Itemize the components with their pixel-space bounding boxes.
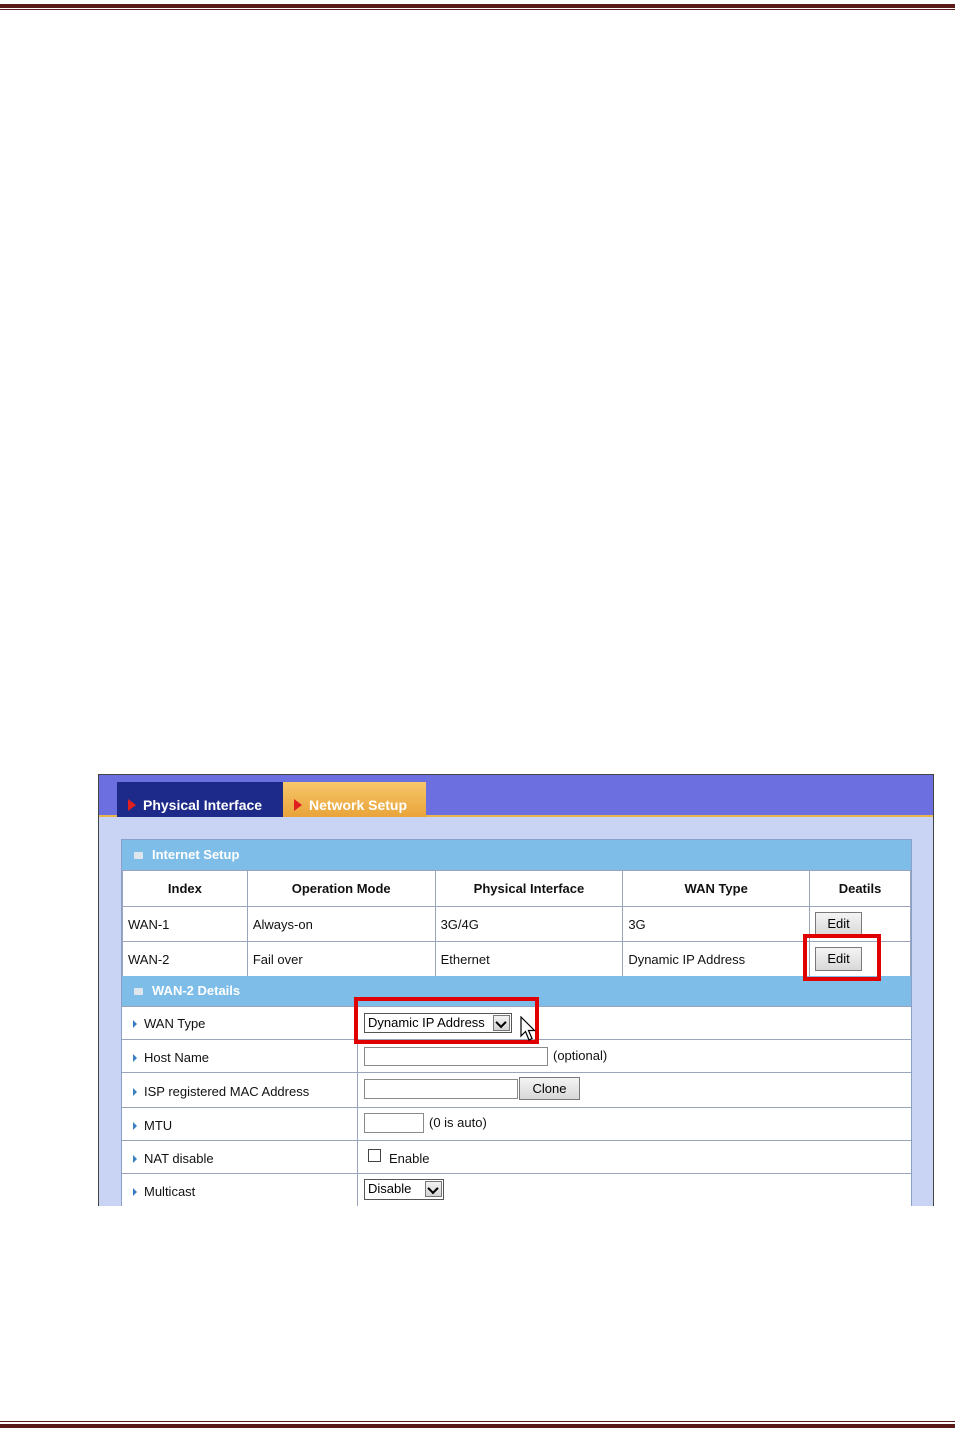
internet-setup-header: Internet Setup — [122, 840, 911, 870]
bottom-rule — [0, 1424, 955, 1428]
edit-wan1-button[interactable]: Edit — [815, 912, 863, 936]
field-label: Multicast — [122, 1174, 358, 1206]
chevron-down-icon — [425, 1181, 442, 1197]
section-bullet-icon — [134, 852, 143, 859]
col-header: WAN Type — [622, 870, 811, 907]
router-config-screenshot: Physical Interface Network Setup Interne… — [98, 774, 934, 1206]
mac-row: ISP registered MAC Address Clone — [122, 1072, 911, 1107]
nat-enable-label: Enable — [389, 1151, 430, 1166]
table-row: WAN-2 Fail over Ethernet Dynamic IP Addr… — [122, 941, 911, 977]
multicast-row: Multicast Disable — [122, 1173, 911, 1206]
field-label: ISP registered MAC Address — [122, 1073, 358, 1107]
bullet-arrow-icon — [133, 1155, 137, 1163]
multicast-label: Multicast — [144, 1184, 196, 1199]
section-title: WAN-2 Details — [152, 983, 241, 998]
multicast-value: Disable — [368, 1181, 412, 1196]
host-name-label: Host Name — [144, 1050, 210, 1065]
field-label: MTU — [122, 1108, 358, 1140]
host-name-hint: (optional) — [553, 1048, 608, 1063]
mac-label: ISP registered MAC Address — [144, 1084, 310, 1099]
col-header: Physical Interface — [434, 870, 624, 907]
mouse-cursor-icon — [520, 1016, 536, 1041]
cell-mode: Fail over — [246, 941, 436, 977]
col-header: Operation Mode — [246, 870, 436, 907]
tab-arrow-icon — [128, 799, 136, 811]
table-row: WAN-1 Always-on 3G/4G 3G Edit — [122, 906, 911, 942]
multicast-select[interactable]: Disable — [364, 1179, 444, 1200]
cell-iface: Ethernet — [434, 941, 624, 977]
mac-address-input[interactable] — [364, 1079, 518, 1099]
edit-highlight-box — [803, 934, 881, 981]
mtu-row: MTU (0 is auto) — [122, 1107, 911, 1140]
mtu-hint: (0 is auto) — [429, 1115, 487, 1130]
field-label: Host Name — [122, 1040, 358, 1072]
nat-label: NAT disable — [144, 1151, 214, 1166]
nat-enable-checkbox[interactable] — [368, 1149, 381, 1162]
section-title: Internet Setup — [152, 847, 240, 862]
bullet-arrow-icon — [133, 1122, 137, 1130]
cell-index: WAN-1 — [122, 906, 248, 942]
cell-wan-type: 3G — [622, 906, 811, 942]
cell-wan-type: Dynamic IP Address — [622, 941, 811, 977]
tab-network-setup[interactable]: Network Setup — [283, 782, 426, 817]
col-header: Index — [122, 870, 248, 907]
tab-arrow-icon — [294, 799, 302, 811]
tab-physical-interface[interactable]: Physical Interface — [117, 782, 283, 817]
top-rule — [0, 4, 955, 8]
wan-type-label: WAN Type — [144, 1016, 206, 1031]
bullet-arrow-icon — [133, 1054, 137, 1062]
tab-label: Network Setup — [309, 797, 408, 813]
section-bullet-icon — [134, 988, 143, 995]
field-label: WAN Type — [122, 1007, 358, 1039]
cell-iface: 3G/4G — [434, 906, 624, 942]
table-header-row: Index Operation Mode Physical Interface … — [122, 870, 911, 907]
clone-button[interactable]: Clone — [519, 1077, 580, 1100]
wan-type-highlight-box — [354, 997, 539, 1044]
tab-bar: Physical Interface Network Setup — [99, 775, 933, 817]
host-name-input[interactable] — [364, 1047, 548, 1066]
top-rule-thin — [0, 9, 955, 10]
wan-table: Index Operation Mode Physical Interface … — [122, 870, 911, 977]
bottom-rule-thin — [0, 1421, 955, 1422]
tab-label: Physical Interface — [143, 797, 263, 813]
col-header: Deatils — [809, 870, 911, 907]
mtu-input[interactable] — [364, 1113, 424, 1133]
cell-mode: Always-on — [246, 906, 436, 942]
nat-row: NAT disable Enable — [122, 1140, 911, 1173]
bullet-arrow-icon — [133, 1088, 137, 1096]
cell-index: WAN-2 — [122, 941, 248, 977]
bullet-arrow-icon — [133, 1020, 137, 1028]
mtu-label: MTU — [144, 1118, 173, 1133]
bullet-arrow-icon — [133, 1188, 137, 1196]
field-label: NAT disable — [122, 1141, 358, 1173]
